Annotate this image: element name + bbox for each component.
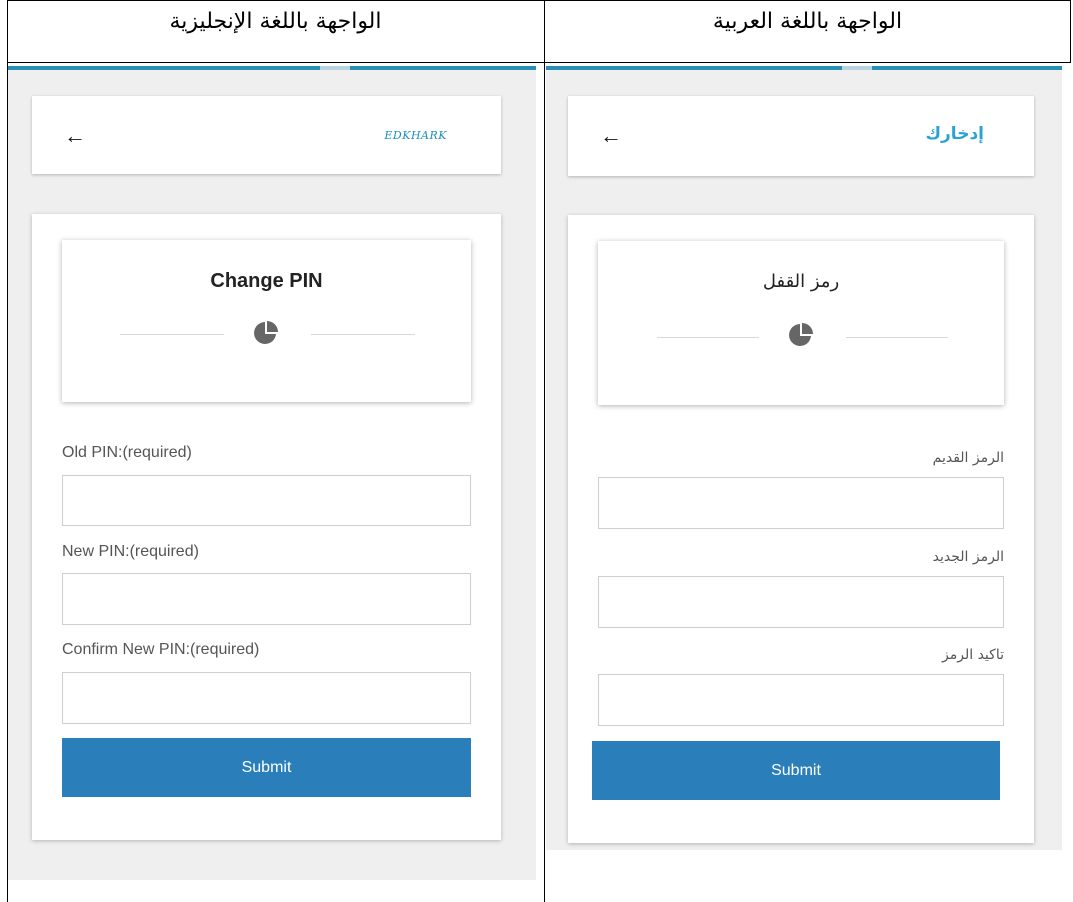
pie-chart-icon (789, 323, 813, 346)
arabic-screen: ← إدخارك رمز القفل الرمز القديم الرمز ال… (546, 66, 1062, 850)
accent-bar-notch (842, 66, 872, 70)
table-header-divider (7, 62, 1071, 63)
old-pin-label: Old PIN:(required) (62, 444, 192, 461)
new-pin-input[interactable] (598, 576, 1004, 628)
submit-button[interactable]: Submit (592, 741, 1000, 800)
submit-button[interactable]: Submit (62, 738, 471, 797)
confirm-pin-label: تاكيد الرمز (942, 647, 1004, 663)
app-logo: إدخارك (925, 124, 984, 144)
table-border-right (1070, 0, 1071, 62)
new-pin-label: New PIN:(required) (62, 543, 199, 560)
accent-bar (546, 66, 1062, 70)
confirm-pin-label: Confirm New PIN:(required) (62, 641, 260, 658)
pie-chart-icon (254, 321, 278, 344)
app-bar: ← إدخارك (568, 96, 1034, 176)
english-screen: ← EDKHARK Change PIN Old PIN:(required) … (8, 66, 536, 880)
old-pin-label: الرمز القديم (932, 450, 1004, 466)
divider-left (120, 334, 224, 335)
table-border-top (7, 0, 1071, 1)
new-pin-label: الرمز الجديد (932, 549, 1004, 565)
old-pin-input[interactable] (598, 477, 1004, 529)
divider-left (657, 337, 759, 338)
new-pin-input[interactable] (62, 573, 471, 625)
header-english-interface: الواجهة باللغة الإنجليزية (169, 9, 382, 34)
page-title: رمز القفل (762, 271, 840, 292)
accent-bar-notch (320, 66, 350, 70)
app-logo: EDKHARK (384, 129, 447, 142)
arrow-left-icon[interactable]: ← (600, 125, 622, 147)
change-pin-card: Change PIN Old PIN:(required) New PIN:(r… (32, 214, 501, 840)
table-column-divider (544, 0, 545, 902)
title-card: Change PIN (62, 240, 471, 402)
page-title: Change PIN (210, 270, 323, 292)
arrow-left-icon[interactable]: ← (64, 125, 86, 147)
header-arabic-interface: الواجهة باللغة العربية (712, 9, 903, 34)
old-pin-input[interactable] (62, 475, 471, 526)
accent-bar (8, 66, 536, 70)
title-card: رمز القفل (598, 241, 1004, 405)
confirm-pin-input[interactable] (598, 674, 1004, 726)
change-pin-card: رمز القفل الرمز القديم الرمز الجديد تاكي… (568, 215, 1034, 843)
app-bar: ← EDKHARK (32, 96, 501, 174)
divider-right (311, 334, 415, 335)
confirm-pin-input[interactable] (62, 672, 471, 724)
divider-right (846, 337, 948, 338)
